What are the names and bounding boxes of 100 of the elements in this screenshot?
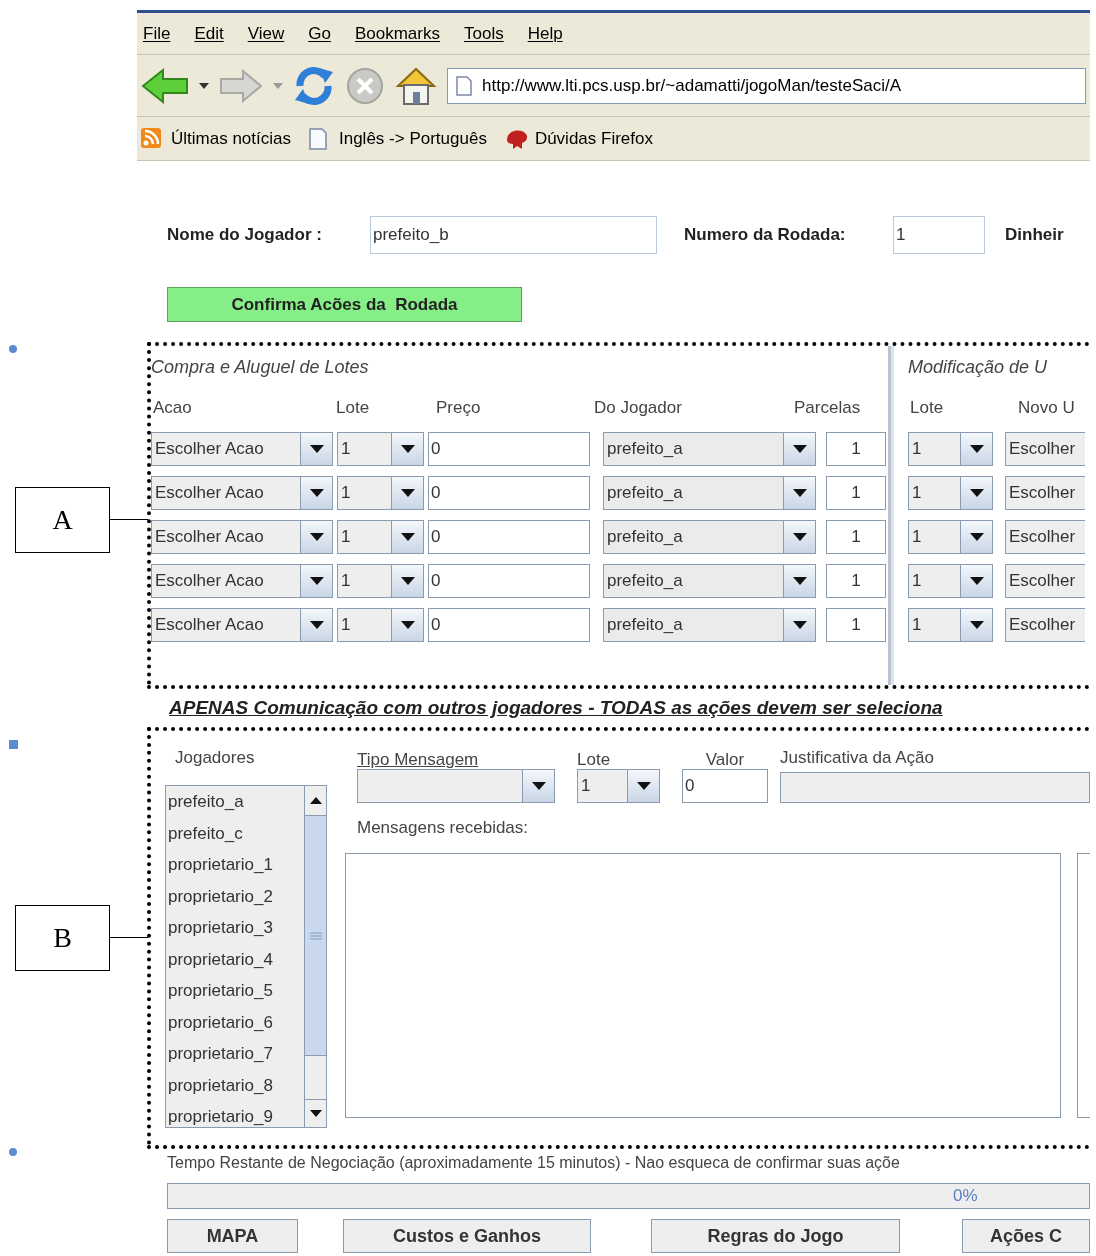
dropdown-arrow-icon bbox=[273, 82, 283, 89]
input-field[interactable]: 1 bbox=[826, 564, 886, 598]
list-item[interactable]: proprietario_3 bbox=[166, 912, 304, 944]
dropdown[interactable]: Escolher Acao bbox=[151, 564, 333, 598]
input-field[interactable]: 1 bbox=[826, 520, 886, 554]
footer-button[interactable]: Custos e Ganhos bbox=[342, 1219, 591, 1253]
input-field[interactable]: 1 bbox=[826, 608, 886, 642]
menu-item[interactable]: Bookmarks bbox=[354, 20, 440, 47]
list-item[interactable]: proprietario_5 bbox=[166, 975, 304, 1007]
caret-icon bbox=[400, 445, 415, 453]
dropdown[interactable]: Escolher bbox=[1005, 520, 1085, 554]
caret-icon bbox=[792, 489, 807, 497]
input-field[interactable]: 0 bbox=[428, 432, 590, 466]
dropdown[interactable]: prefeito_a bbox=[603, 520, 816, 554]
bookmark-link[interactable]: Dúvidas Firefox bbox=[504, 125, 663, 152]
menu-item[interactable]: Tools bbox=[463, 20, 504, 47]
input-field[interactable]: 0 bbox=[428, 564, 590, 598]
list-item[interactable]: prefeito_a bbox=[166, 786, 304, 818]
dropdown[interactable]: 1 bbox=[908, 520, 993, 554]
dropdown[interactable]: Escolher Acao bbox=[151, 476, 333, 510]
input-field[interactable]: 1 bbox=[826, 432, 886, 466]
scroll-down-icon bbox=[309, 1110, 322, 1117]
input-field[interactable]: 0 bbox=[428, 608, 590, 642]
input-field[interactable] bbox=[780, 772, 1090, 803]
dropdown[interactable]: Escolher Acao bbox=[151, 520, 333, 554]
menu-item[interactable]: Edit bbox=[194, 20, 224, 47]
caret-icon bbox=[309, 533, 324, 541]
leader-line bbox=[110, 519, 148, 520]
selection-handle[interactable] bbox=[9, 345, 17, 353]
column-header: Lote bbox=[336, 397, 371, 420]
callout-label: A bbox=[15, 487, 110, 553]
dropdown[interactable]: 1 bbox=[337, 564, 424, 598]
panel-title: Compra e Aluguel de Lotes bbox=[151, 356, 370, 379]
dropdown[interactable]: 1 bbox=[337, 432, 424, 466]
list-item[interactable]: prefeito_c bbox=[166, 817, 304, 849]
dropdown[interactable]: prefeito_a bbox=[603, 608, 816, 642]
scrollbar[interactable] bbox=[304, 786, 326, 1127]
footer-button[interactable]: MAPA bbox=[167, 1219, 298, 1253]
dropdown[interactable]: 1 bbox=[337, 608, 424, 642]
bookmark-link[interactable]: Inglês -> Português bbox=[309, 125, 497, 152]
input-field[interactable]: 0 bbox=[682, 769, 768, 803]
back-arrow-icon bbox=[141, 67, 189, 104]
stop-icon bbox=[345, 65, 385, 106]
input-field[interactable]: 0 bbox=[428, 476, 590, 510]
caret-icon bbox=[792, 445, 807, 453]
field-label: Mensagens recebidas: bbox=[357, 817, 529, 840]
input-field[interactable]: prefeito_b bbox=[370, 216, 657, 254]
section-heading: APENAS Comunicação com outros jogadores - TODAS as ações devem ser seleciona bbox=[168, 695, 944, 720]
dropdown[interactable]: 1 bbox=[908, 476, 993, 510]
dropdown[interactable]: prefeito_a bbox=[603, 476, 816, 510]
input-field[interactable]: 0 bbox=[428, 520, 590, 554]
menu-item[interactable]: Go bbox=[308, 20, 331, 47]
confirm-button[interactable]: Confirma Acões da Rodada bbox=[167, 287, 522, 322]
list-item[interactable]: proprietario_8 bbox=[166, 1069, 304, 1101]
list-item[interactable]: proprietario_9 bbox=[166, 1101, 304, 1127]
scroll-up-icon bbox=[309, 797, 322, 804]
messages-area[interactable] bbox=[1077, 853, 1090, 1118]
input-field[interactable]: 1 bbox=[893, 216, 985, 254]
menu-item[interactable]: Help bbox=[527, 20, 563, 47]
dropdown[interactable]: Escolher bbox=[1005, 476, 1085, 510]
column-header: Do Jogador bbox=[594, 397, 683, 420]
dropdown[interactable]: Escolher bbox=[1005, 608, 1085, 642]
caret-icon bbox=[969, 577, 984, 585]
dropdown[interactable] bbox=[357, 769, 555, 803]
menu-item[interactable]: File bbox=[143, 20, 171, 47]
dropdown[interactable]: 1 bbox=[908, 608, 993, 642]
bookmark-link[interactable]: Últimas notícias bbox=[141, 125, 301, 152]
list-item[interactable]: proprietario_1 bbox=[166, 849, 304, 881]
address-bar[interactable]: http://www.lti.pcs.usp.br/~adamatti/jogoMan/testeSaci/A bbox=[447, 67, 1086, 104]
callout-label: B bbox=[15, 905, 110, 971]
list-item[interactable]: proprietario_4 bbox=[166, 943, 304, 975]
dropdown-arrow-icon bbox=[199, 82, 209, 89]
dropdown[interactable]: 1 bbox=[577, 769, 660, 803]
field-label: Valor bbox=[705, 749, 745, 769]
input-field[interactable]: 1 bbox=[826, 476, 886, 510]
list-item[interactable]: proprietario_2 bbox=[166, 880, 304, 912]
caret-icon bbox=[309, 621, 324, 629]
dropdown[interactable]: prefeito_a bbox=[603, 564, 816, 598]
selection-handle[interactable] bbox=[9, 740, 18, 749]
dropdown[interactable]: 1 bbox=[908, 564, 993, 598]
caret-icon bbox=[969, 621, 984, 629]
caret-icon bbox=[309, 489, 324, 497]
menu-item[interactable]: View bbox=[247, 20, 285, 47]
list-item[interactable]: proprietario_7 bbox=[166, 1038, 304, 1070]
page-icon bbox=[456, 75, 472, 96]
footer-button[interactable]: Regras do Jogo bbox=[651, 1219, 900, 1253]
footer-button[interactable]: Ações C bbox=[962, 1219, 1090, 1253]
dropdown[interactable]: 1 bbox=[908, 432, 993, 466]
dropdown[interactable]: 1 bbox=[337, 476, 424, 510]
dropdown[interactable]: 1 bbox=[337, 520, 424, 554]
field-label: Numero da Rodada: bbox=[684, 224, 847, 247]
dropdown[interactable]: Escolher bbox=[1005, 564, 1085, 598]
list-item[interactable]: proprietario_6 bbox=[166, 1006, 304, 1038]
dropdown[interactable]: Escolher bbox=[1005, 432, 1085, 466]
scroll-thumb[interactable] bbox=[305, 816, 326, 1056]
selection-handle[interactable] bbox=[9, 1148, 17, 1156]
grip-icon bbox=[309, 931, 322, 940]
dropdown[interactable]: Escolher Acao bbox=[151, 432, 333, 466]
dropdown[interactable]: prefeito_a bbox=[603, 432, 816, 466]
dropdown[interactable]: Escolher Acao bbox=[151, 608, 333, 642]
